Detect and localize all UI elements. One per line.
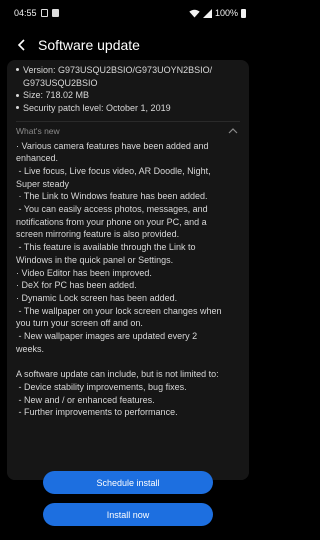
note-line: you turn your screen off and on.	[16, 318, 143, 329]
note-line: · The Link to Windows feature has been a…	[16, 191, 208, 202]
whats-new-header[interactable]: What's new	[16, 120, 240, 138]
note-line: · Various camera features have been adde…	[16, 140, 209, 151]
note-spacer	[16, 355, 240, 368]
battery-percent: 100%	[214, 8, 238, 18]
note-line: · Dynamic Lock screen has been added.	[16, 292, 178, 303]
install-now-button[interactable]: Install now	[43, 503, 213, 526]
update-details-card[interactable]: Version: G973USQU2BSIO/G973UOYN2BSIO/ G9…	[7, 60, 249, 480]
bullet	[16, 106, 19, 110]
note-line: enhanced.	[16, 153, 59, 164]
release-notes: · Various camera features have been adde…	[16, 140, 240, 419]
version-info-cont: G973USQU2BSIO	[23, 77, 98, 88]
app-header: Software update	[0, 26, 256, 64]
back-button[interactable]	[8, 31, 36, 59]
security-patch-info: Security patch level: October 1, 2019	[16, 102, 240, 115]
note-line: weeks.	[16, 343, 45, 354]
note-line: - Device stability improvements, bug fix…	[16, 381, 187, 392]
note-line: - Live focus, Live focus video, AR Doodl…	[16, 165, 211, 176]
bullet	[16, 68, 19, 72]
notification-icon	[40, 9, 48, 17]
note-line: - Further improvements to performance.	[16, 407, 178, 418]
note-line: - New wallpaper images are updated every…	[16, 331, 198, 342]
signal-icon	[202, 8, 212, 18]
note-line: Windows in the quick panel or Settings.	[16, 254, 174, 265]
status-bar: 04:55 100%	[0, 0, 256, 26]
schedule-install-button[interactable]: Schedule install	[43, 471, 213, 494]
sim-icon	[51, 9, 59, 17]
note-line: - This feature is available through the …	[16, 242, 196, 253]
battery-icon	[241, 8, 246, 18]
note-line: · DeX for PC has been added.	[16, 280, 137, 291]
size-info: Size: 718.02 MB	[16, 89, 240, 102]
note-line: - The wallpaper on your lock screen chan…	[16, 305, 222, 316]
bullet	[16, 93, 19, 97]
status-time: 04:55	[14, 8, 37, 18]
note-line: A software update can include, but is no…	[16, 369, 219, 380]
page-title: Software update	[38, 37, 140, 53]
note-line: screen mirroring feature is also provide…	[16, 229, 180, 240]
note-line: - You can easily access photos, messages…	[16, 204, 208, 215]
note-line: notifications from your phone on your PC…	[16, 216, 207, 227]
note-line: · Video Editor has been improved.	[16, 267, 152, 278]
note-line: - New and / or enhanced features.	[16, 394, 155, 405]
note-line: Super steady	[16, 178, 70, 189]
wifi-icon	[189, 9, 200, 17]
chevron-up-icon[interactable]	[226, 126, 240, 136]
version-info: Version: G973USQU2BSIO/G973UOYN2BSIO/	[16, 64, 240, 77]
whats-new-label: What's new	[16, 125, 60, 136]
back-arrow-icon	[17, 39, 25, 51]
